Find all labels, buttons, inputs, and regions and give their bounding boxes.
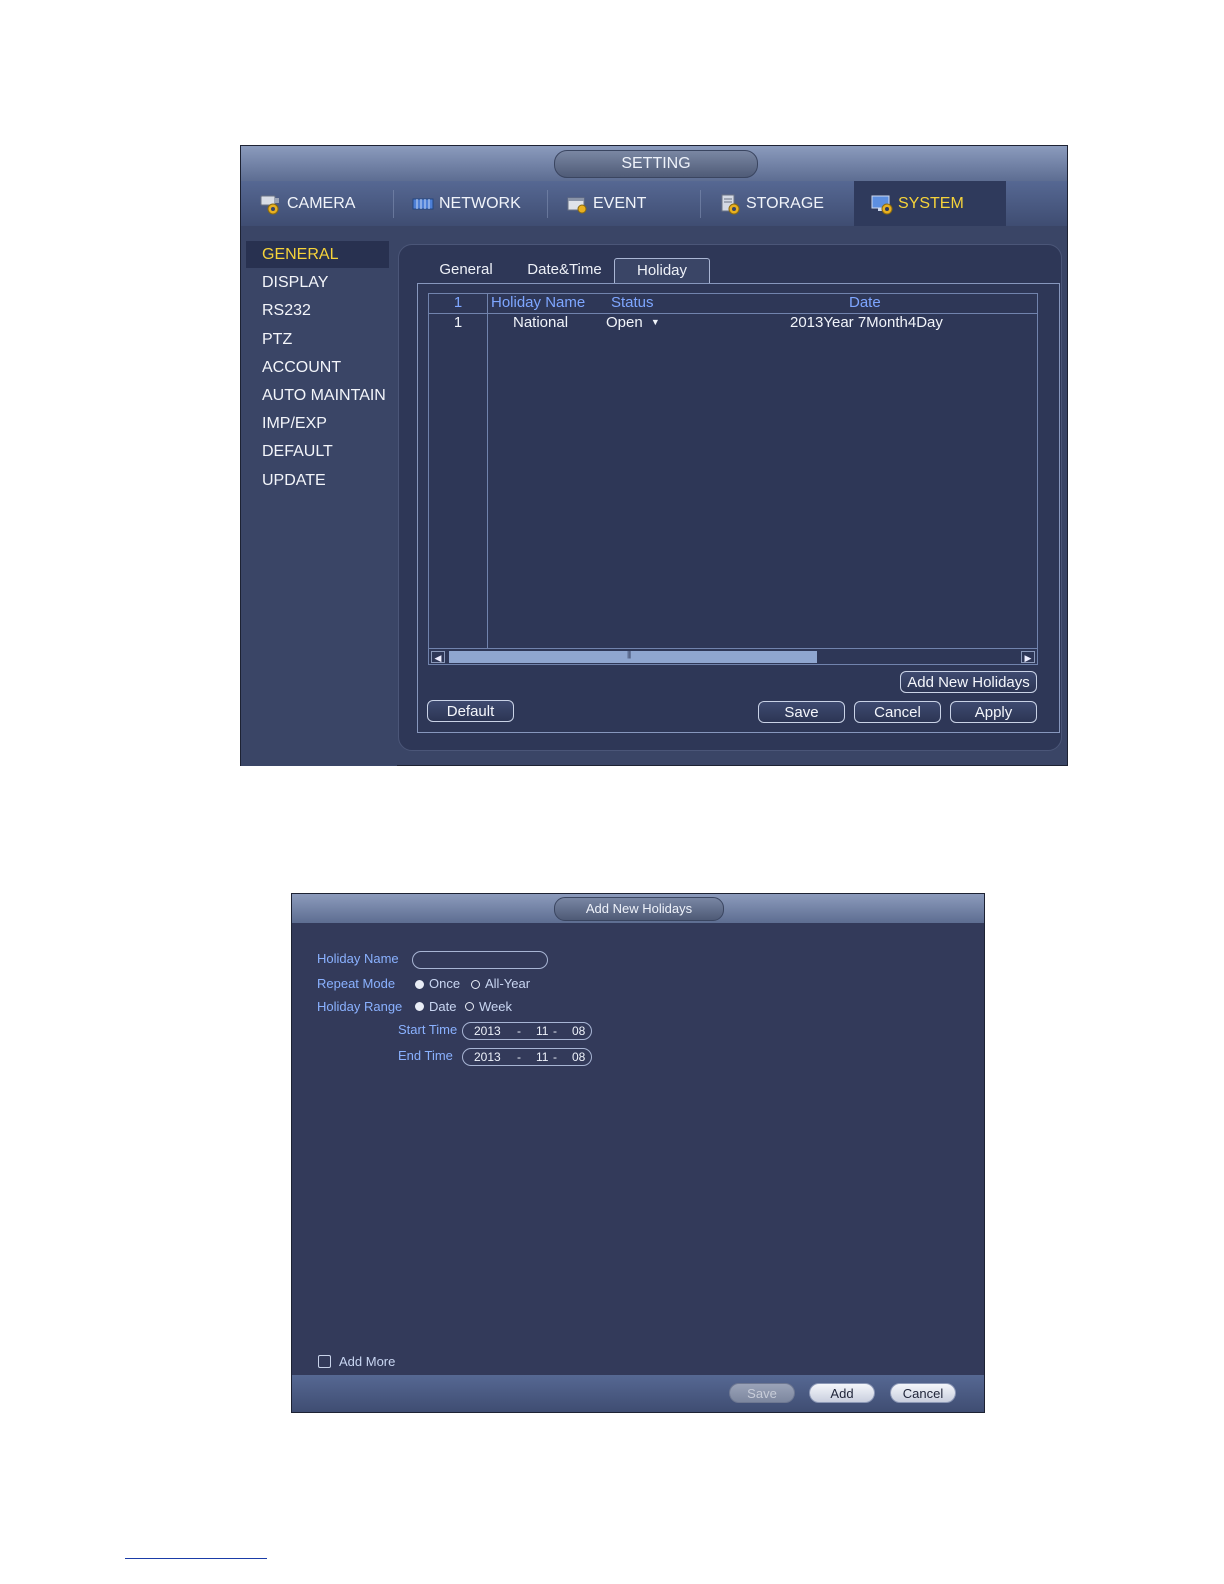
row-index: 1 (453, 314, 463, 331)
column-header-holiday-name[interactable]: Holiday Name (491, 294, 585, 312)
subtab-date-time[interactable]: Date&Time (517, 258, 612, 282)
sidebar-item-account[interactable]: ACCOUNT (246, 354, 389, 381)
date-separator: - (553, 1024, 557, 1038)
subtab-holiday[interactable]: Holiday (614, 258, 710, 283)
sidebar-item-auto-maintain[interactable]: AUTO MAINTAIN (246, 382, 389, 409)
network-icon (411, 193, 435, 215)
tab-network[interactable]: NETWORK (411, 181, 545, 226)
storage-gear-icon (718, 193, 742, 215)
date-separator: - (517, 1050, 521, 1064)
start-year[interactable]: 2013 (474, 1023, 501, 1039)
end-time-label: End Time (398, 1048, 453, 1063)
scroll-right-icon[interactable]: ▶ (1021, 651, 1035, 663)
tab-system[interactable]: SYSTEM (854, 181, 1006, 226)
add-new-holidays-button[interactable]: Add New Holidays (900, 671, 1037, 693)
start-time-field[interactable]: 2013 - 11 - 08 (462, 1022, 592, 1040)
tab-divider (700, 190, 701, 218)
horizontal-scrollbar[interactable]: ◀ ||| ▶ (429, 648, 1037, 665)
grip-icon: ||| (627, 650, 631, 659)
chevron-down-icon: ▼ (650, 317, 660, 327)
start-day[interactable]: 08 (572, 1023, 585, 1039)
apply-button[interactable]: Apply (950, 701, 1037, 723)
dialog-footer: Save Add Cancel (292, 1375, 984, 1412)
subtab-general[interactable]: General (428, 258, 504, 282)
sidebar-item-default[interactable]: DEFAULT (246, 438, 389, 465)
range-date-label: Date (429, 999, 457, 1014)
cancel-button[interactable]: Cancel (890, 1383, 956, 1403)
column-header-index: 1 (453, 294, 463, 311)
save-button[interactable]: Save (758, 701, 845, 723)
end-month[interactable]: 11 (536, 1049, 548, 1065)
add-more-label: Add More (339, 1354, 396, 1369)
tab-label: CAMERA (287, 194, 356, 212)
window-title: SETTING (554, 150, 758, 178)
status-dropdown[interactable]: Open ▼ (606, 314, 660, 332)
repeat-all-year-radio[interactable] (471, 980, 480, 989)
holiday-range-label: Holiday Range (317, 999, 403, 1014)
sidebar-item-ptz[interactable]: PTZ (246, 326, 389, 353)
add-button[interactable]: Add (809, 1383, 875, 1403)
column-header-date[interactable]: Date (849, 294, 881, 312)
start-month[interactable]: 11 (536, 1023, 548, 1039)
event-icon (565, 193, 589, 215)
sidebar-item-display[interactable]: DISPLAY (246, 269, 389, 296)
date-separator: - (553, 1050, 557, 1064)
default-button[interactable]: Default (427, 700, 514, 722)
end-year[interactable]: 2013 (474, 1049, 501, 1065)
holiday-table: 1 Holiday Name Status Date 1 National Op… (428, 293, 1038, 665)
scroll-left-icon[interactable]: ◀ (431, 651, 445, 663)
sidebar-item-update[interactable]: UPDATE (246, 467, 389, 494)
repeat-all-year-label: All-Year (485, 976, 531, 991)
end-day[interactable]: 08 (572, 1049, 585, 1065)
footnote-separator (125, 1558, 267, 1559)
status-value: Open (606, 314, 643, 331)
sidebar-item-imp-exp[interactable]: IMP/EXP (246, 410, 389, 437)
save-button[interactable]: Save (729, 1383, 795, 1403)
range-week-radio[interactable] (465, 1002, 474, 1011)
repeat-mode-label: Repeat Mode (317, 976, 396, 991)
column-divider (487, 294, 488, 648)
tab-storage[interactable]: STORAGE (718, 181, 852, 226)
row-holiday-name: National (513, 314, 569, 331)
row-date: 2013Year 7Month4Day (790, 314, 943, 331)
dialog-title: Add New Holidays (554, 897, 724, 921)
system-gear-icon (870, 193, 894, 215)
start-time-label: Start Time (398, 1022, 458, 1037)
range-week-label: Week (479, 999, 512, 1014)
sidebar-item-general[interactable]: GENERAL (246, 241, 389, 268)
repeat-once-radio[interactable] (415, 980, 424, 989)
tab-label: NETWORK (439, 194, 521, 212)
tab-divider (393, 190, 394, 218)
tab-label: SYSTEM (898, 194, 964, 212)
end-time-field[interactable]: 2013 - 11 - 08 (462, 1048, 592, 1066)
tab-divider (547, 190, 548, 218)
holiday-name-label: Holiday Name (317, 951, 399, 966)
camera-gear-icon (259, 193, 283, 215)
tab-label: STORAGE (746, 194, 824, 212)
cancel-button[interactable]: Cancel (854, 701, 941, 723)
range-date-radio[interactable] (415, 1002, 424, 1011)
add-more-checkbox[interactable] (318, 1355, 331, 1368)
tab-event[interactable]: EVENT (565, 181, 699, 226)
setting-window: SETTING CAMERA NETWORK EVENT STORAGE SYS… (240, 145, 1068, 766)
holiday-name-input[interactable] (412, 951, 548, 969)
sidebar-item-rs232[interactable]: RS232 (246, 297, 389, 324)
column-header-status[interactable]: Status (611, 294, 654, 312)
tab-camera[interactable]: CAMERA (259, 181, 393, 226)
tab-label: EVENT (593, 194, 647, 212)
add-holidays-dialog: Add New Holidays Holiday Name Repeat Mod… (291, 893, 985, 1413)
repeat-once-label: Once (429, 976, 461, 991)
date-separator: - (517, 1024, 521, 1038)
